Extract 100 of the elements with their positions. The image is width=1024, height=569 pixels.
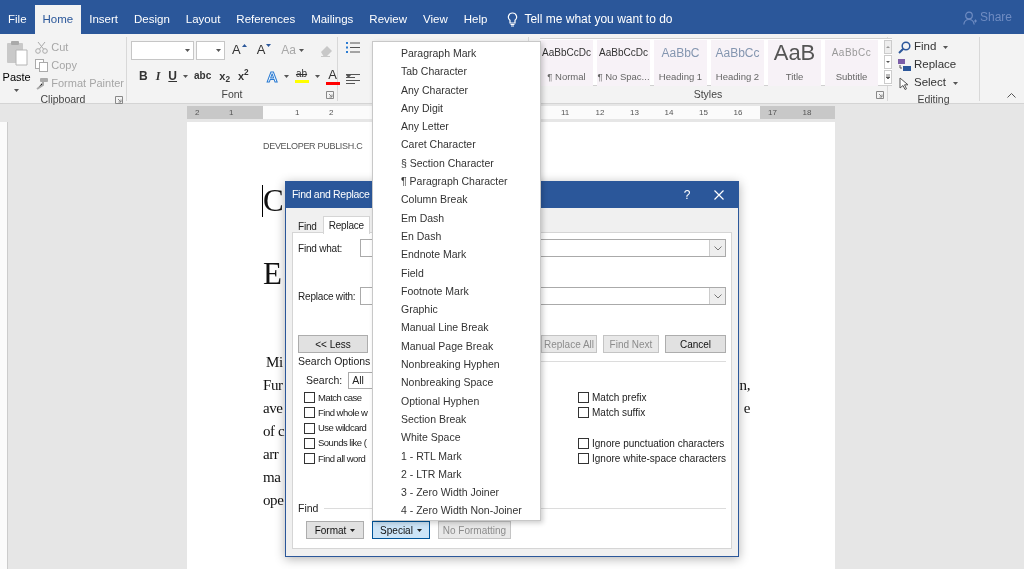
- menu-item[interactable]: 3 - Zero Width Joiner: [373, 482, 506, 501]
- checkbox[interactable]: [304, 422, 315, 434]
- menu-item[interactable]: Em Dash: [373, 207, 451, 226]
- menu-item[interactable]: Paragraph Mark: [373, 43, 483, 62]
- menu-item[interactable]: 1 - RTL Mark: [373, 445, 468, 464]
- menu-item[interactable]: Column Break: [373, 189, 474, 208]
- checkbox-label: Match suffix: [592, 406, 646, 421]
- ribbon-tab[interactable]: View: [415, 5, 456, 34]
- align-left-icon[interactable]: [346, 74, 360, 84]
- ribbon-tab[interactable]: Design: [126, 5, 178, 34]
- font-name-field[interactable]: [131, 40, 195, 60]
- dialog-launcher-icon[interactable]: [876, 90, 884, 99]
- ribbon-tab[interactable]: Review: [361, 5, 416, 34]
- dialog-button[interactable]: Special: [372, 521, 430, 539]
- checkbox[interactable]: [304, 392, 315, 404]
- grow-font-button[interactable]: A: [228, 40, 250, 60]
- ribbon-tab[interactable]: File: [0, 5, 35, 34]
- field-label: Replace with:: [298, 289, 357, 304]
- font-color-button[interactable]: A: [321, 66, 344, 86]
- editing-button[interactable]: Replace: [896, 56, 979, 74]
- strikethrough-button[interactable]: abc: [190, 66, 216, 86]
- ribbon-tab[interactable]: References: [228, 5, 304, 34]
- up-triangle-icon: [241, 44, 247, 47]
- menu-item[interactable]: § Section Character: [373, 152, 500, 172]
- menu-item[interactable]: Optional Hyphen: [373, 390, 486, 409]
- checkbox-label: Match case: [318, 390, 362, 405]
- highlight-button[interactable]: ab: [290, 66, 313, 86]
- style-option[interactable]: AaBbCc Heading 2: [711, 40, 764, 86]
- dialog-launcher-icon[interactable]: [115, 95, 123, 104]
- subscript-button[interactable]: x$_{2}$: [215, 66, 234, 86]
- shrink-font-button[interactable]: A: [253, 40, 275, 60]
- ribbon-tab[interactable]: Home: [34, 5, 82, 34]
- editing-button[interactable]: Select: [896, 74, 979, 92]
- style-option[interactable]: AaBbCcDc ¶ Normal: [540, 40, 593, 86]
- ribbon-tab[interactable]: Insert: [81, 5, 126, 34]
- help-button[interactable]: ?: [683, 186, 690, 204]
- menu-item[interactable]: Field: [373, 262, 430, 281]
- font-size-field[interactable]: [196, 40, 225, 60]
- ribbon-tab[interactable]: Mailings: [303, 5, 362, 34]
- clipboard-icon: [5, 40, 28, 66]
- group-label: Editing: [917, 92, 950, 107]
- menu-item[interactable]: Manual Line Break: [373, 317, 495, 336]
- style-option[interactable]: AaBbCc Subtitle: [825, 40, 878, 86]
- menu-item[interactable]: Any Digit: [373, 97, 449, 117]
- ruler-number: 1: [295, 107, 300, 118]
- checkbox-label: Find all word: [318, 451, 366, 466]
- tell-me-field[interactable]: Tell me what you want to do: [522, 8, 693, 30]
- heading-text: C: [263, 183, 284, 218]
- ruler-number: 13: [630, 107, 639, 118]
- checkbox[interactable]: [578, 407, 590, 419]
- menu-item[interactable]: Any Character: [373, 79, 475, 98]
- close-icon[interactable]: [714, 190, 724, 200]
- dialog-tab[interactable]: Replace: [322, 216, 370, 234]
- dialog-button[interactable]: Cancel: [665, 335, 726, 353]
- menu-item[interactable]: Section Break: [373, 408, 473, 428]
- menu-item[interactable]: ¶ Paragraph Character: [373, 171, 514, 190]
- caret-icon: [185, 48, 191, 52]
- checkbox[interactable]: [304, 407, 315, 419]
- superscript-button[interactable]: x$^{2}$: [233, 66, 253, 86]
- menu-item[interactable]: Footnote Mark: [373, 280, 475, 300]
- dialog-launcher-icon[interactable]: [326, 90, 334, 99]
- menu-item[interactable]: Manual Page Break: [373, 335, 500, 355]
- ruler-number: 2: [329, 107, 334, 118]
- menu-item[interactable]: White Space: [373, 427, 467, 446]
- menu-item[interactable]: Nonbreaking Space: [373, 372, 500, 391]
- menu-item[interactable]: Nonbreaking Hyphen: [373, 354, 506, 373]
- menu-item[interactable]: Graphic: [373, 299, 444, 318]
- body-text: ave: [263, 398, 283, 418]
- menu-item[interactable]: 4 - Zero Width Non-Joiner: [373, 500, 528, 519]
- style-option[interactable]: AaBbCcDc ¶ No Spac...: [597, 40, 650, 86]
- bold-button[interactable]: B: [135, 66, 152, 86]
- checkbox[interactable]: [304, 438, 315, 450]
- more-styles-icon[interactable]: [884, 70, 892, 84]
- checkbox-label: Match prefix: [592, 391, 647, 406]
- checkbox-label: Ignore punctuation characters: [592, 437, 725, 452]
- collapse-ribbon-icon[interactable]: [1007, 93, 1016, 98]
- editing-button[interactable]: Find: [896, 38, 979, 56]
- dialog-tab[interactable]: Find: [292, 217, 323, 234]
- dialog-button[interactable]: << Less: [298, 335, 368, 353]
- group-label: Styles: [693, 87, 723, 102]
- italic-button[interactable]: I: [151, 66, 165, 86]
- menu-item[interactable]: Endnote Mark: [373, 244, 473, 263]
- menu-item[interactable]: Any Letter: [373, 116, 455, 135]
- menu-item[interactable]: Caret Character: [373, 134, 482, 153]
- checkbox[interactable]: [578, 453, 590, 465]
- ribbon-tab[interactable]: Help: [455, 5, 496, 34]
- style-option[interactable]: AaBbC Heading 1: [654, 40, 707, 86]
- underline-button[interactable]: U: [164, 66, 181, 86]
- menu-item[interactable]: 2 - LTR Mark: [373, 463, 468, 483]
- checkbox[interactable]: [578, 438, 590, 450]
- style-option[interactable]: AaB Title: [768, 40, 821, 86]
- menu-item[interactable]: En Dash: [373, 225, 448, 245]
- paste-button[interactable]: Paste: [2, 40, 31, 92]
- dialog-button[interactable]: Format: [306, 521, 364, 539]
- checkbox[interactable]: [304, 453, 315, 465]
- menu-item[interactable]: Tab Character: [373, 61, 473, 80]
- ribbon-tab[interactable]: Layout: [177, 5, 229, 34]
- checkbox[interactable]: [578, 392, 590, 404]
- caret-icon: [314, 74, 320, 78]
- bullet-list-icon: [346, 42, 360, 53]
